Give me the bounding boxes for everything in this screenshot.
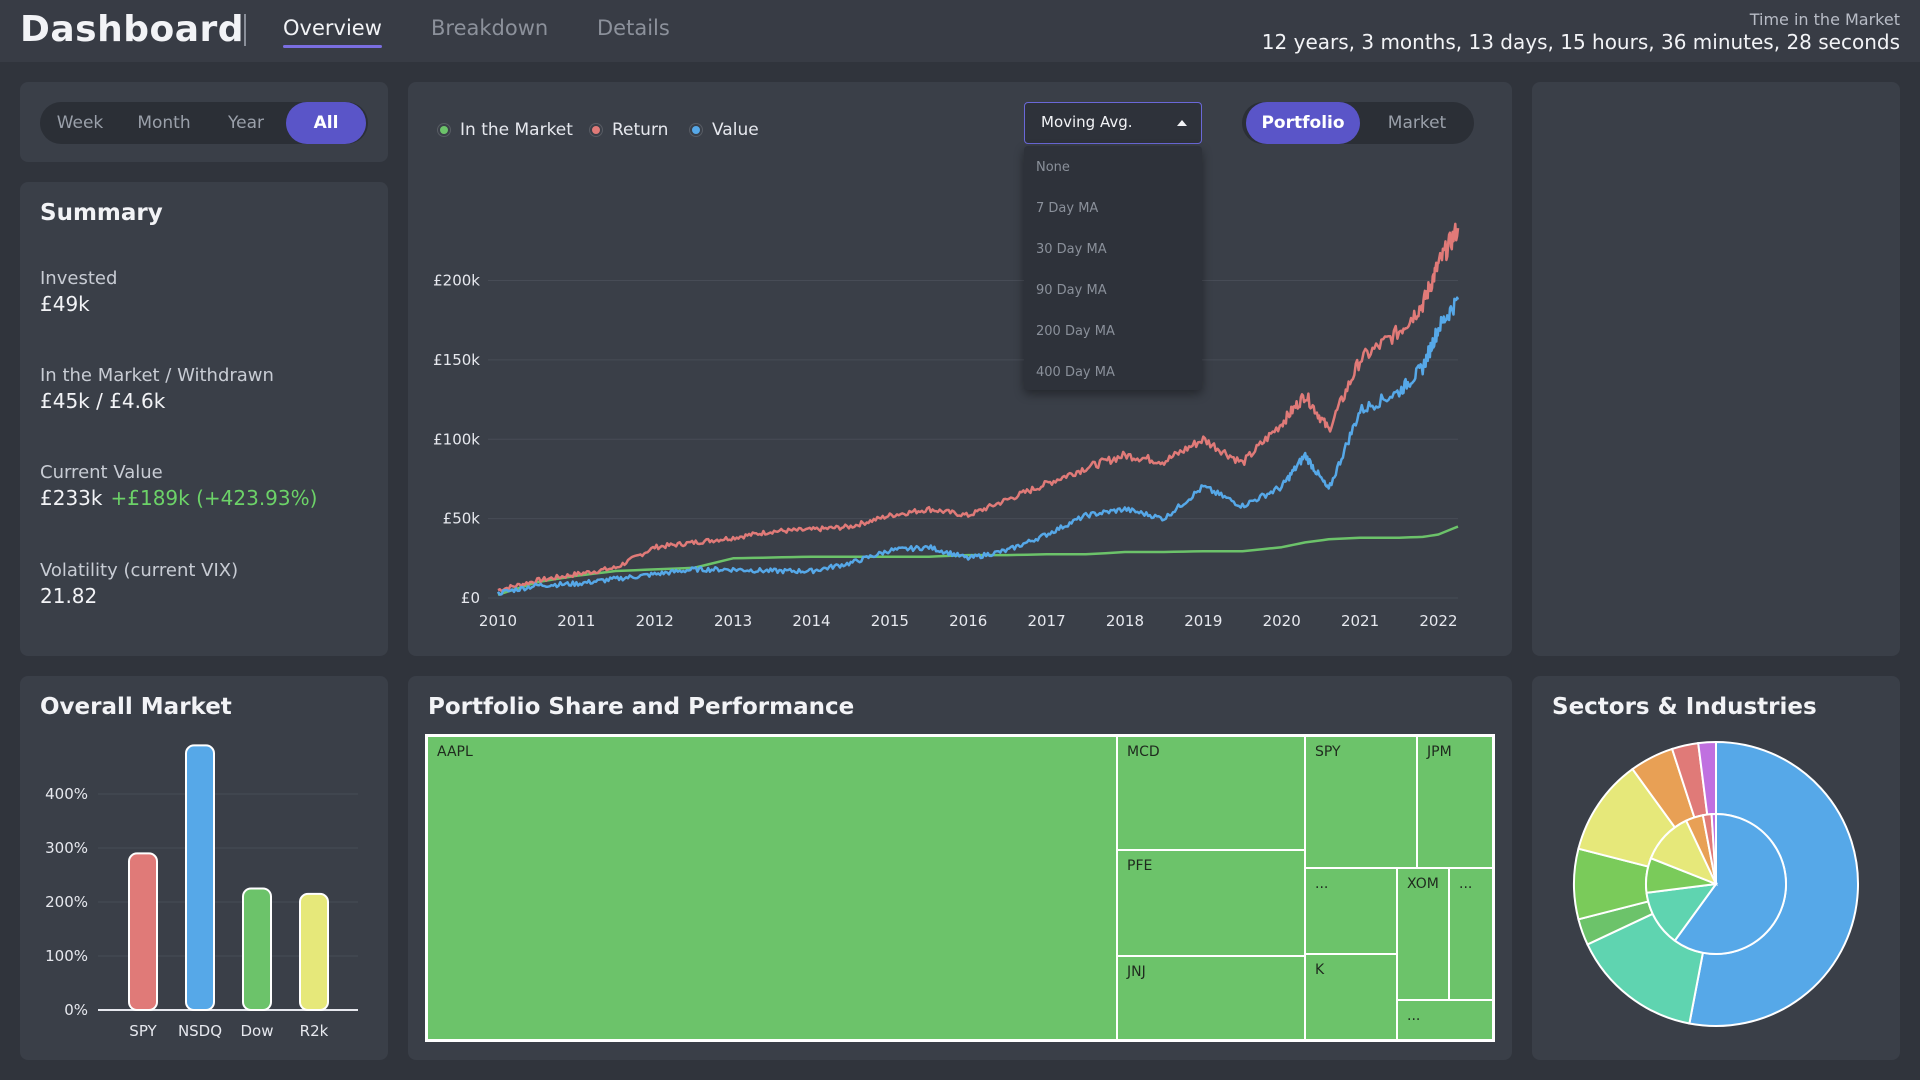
- market-bar-chart: 0% 100% 200% 300% 400% SPY NSDQ Dow R2k: [45, 744, 358, 1040]
- moving-avg-selected: Moving Avg.: [1041, 113, 1133, 131]
- treemap-label: XOM: [1407, 876, 1439, 892]
- y-tick-label: £100k: [433, 430, 480, 448]
- range-toggle: Week Month Year All: [40, 102, 368, 144]
- in-market-label: In the Market / Withdrawn: [40, 365, 274, 386]
- range-all-button[interactable]: All: [286, 102, 366, 144]
- current-value-label: Current Value: [40, 462, 163, 483]
- vix-value: 21.82: [40, 584, 98, 608]
- ma-option-400[interactable]: 400 Day MA: [1036, 365, 1115, 380]
- x-tick-label: 2020: [1263, 612, 1301, 630]
- bar-y-tick-label: 0%: [64, 1001, 88, 1019]
- current-value: £233k: [40, 486, 103, 510]
- time-in-market-value: 12 years, 3 months, 13 days, 15 hours, 3…: [1261, 30, 1900, 54]
- current-value-change: +£189k (+423.93%): [110, 486, 318, 510]
- x-tick-label: 2012: [636, 612, 674, 630]
- ma-option-7[interactable]: 7 Day MA: [1036, 201, 1098, 216]
- x-tick-label: 2011: [557, 612, 595, 630]
- bar-r2k: [299, 892, 329, 1011]
- series-line-return: [497, 222, 1460, 593]
- bar-spy: [128, 852, 158, 1011]
- y-tick-label: £200k: [433, 272, 480, 290]
- empty-side-panel: [1532, 82, 1900, 656]
- bar-y-tick-label: 300%: [45, 839, 88, 857]
- y-tick-label: £150k: [433, 351, 480, 369]
- caret-up-icon: [1177, 120, 1187, 126]
- sectors-panel: Sectors & Industries: [1532, 676, 1900, 1060]
- range-year-button[interactable]: Year: [210, 102, 282, 144]
- summary-panel: Summary Invested £49k In the Market / Wi…: [20, 182, 388, 656]
- treemap-label: PFE: [1127, 858, 1152, 874]
- bar-y-tick-label: 400%: [45, 785, 88, 803]
- treemap-label: AAPL: [437, 744, 473, 760]
- moving-avg-dropdown[interactable]: Moving Avg.: [1024, 102, 1202, 144]
- x-tick-label: 2015: [871, 612, 909, 630]
- moving-avg-menu: None 7 Day MA 30 Day MA 90 Day MA 200 Da…: [1024, 146, 1202, 390]
- overall-market-panel: Overall Market 0% 100% 200% 300% 400% SPY NSDQ…: [20, 676, 388, 1060]
- title-divider: [244, 14, 246, 46]
- bar-y-tick-label: 200%: [45, 893, 88, 911]
- range-week-button[interactable]: Week: [46, 102, 114, 144]
- bar-y-tick-label: 100%: [45, 947, 88, 965]
- portfolio-treemap: AAPL MCD PFE JNJ SPY JPM... XOM ... K...: [425, 734, 1495, 1042]
- current-value-row: £233k +£189k (+423.93%): [40, 486, 317, 510]
- treemap-label: K: [1315, 962, 1325, 978]
- market-button[interactable]: Market: [1364, 102, 1470, 144]
- tab-breakdown[interactable]: Breakdown: [431, 16, 548, 40]
- treemap-label: ...: [1407, 1008, 1420, 1024]
- invested-value: £49k: [40, 292, 90, 316]
- treemap-label: SPY: [1315, 744, 1341, 760]
- tab-overview[interactable]: Overview: [283, 16, 382, 48]
- x-tick-label: 2019: [1184, 612, 1222, 630]
- range-panel: Week Month Year All: [20, 82, 388, 162]
- app-title: Dashboard: [20, 9, 245, 50]
- x-tick-label: 2014: [792, 612, 830, 630]
- vix-label: Volatility (current VIX): [40, 560, 239, 581]
- x-tick-label: 2010: [479, 612, 517, 630]
- y-tick-label: £50k: [443, 510, 481, 528]
- portfolio-line-chart: £0 £50k £100k £150k £200k 2010 2011 2012 2013 201…: [433, 222, 1460, 630]
- series-line-in-the-market: [497, 525, 1459, 596]
- x-tick-label: 2021: [1341, 612, 1379, 630]
- portfolio-market-toggle: Portfolio Market: [1242, 102, 1474, 144]
- bar-dow: [242, 887, 272, 1011]
- bar-x-label: SPY: [129, 1022, 157, 1040]
- ma-option-30[interactable]: 30 Day MA: [1036, 242, 1107, 257]
- bar-x-label: NSDQ: [178, 1022, 222, 1040]
- x-tick-label: 2018: [1106, 612, 1144, 630]
- ma-option-90[interactable]: 90 Day MA: [1036, 283, 1107, 298]
- sectors-sunburst-chart: [1573, 740, 1859, 1027]
- bar-x-label: Dow: [241, 1022, 274, 1040]
- treemap-cell: [426, 735, 1118, 1041]
- summary-title: Summary: [40, 200, 163, 226]
- bar-nsdq: [185, 744, 215, 1012]
- series-line-value: [496, 296, 1460, 596]
- x-tick-label: 2022: [1419, 612, 1457, 630]
- range-month-button[interactable]: Month: [124, 102, 204, 144]
- treemap-label: MCD: [1127, 744, 1160, 760]
- treemap-label: JPM: [1426, 744, 1452, 760]
- ma-option-none[interactable]: None: [1036, 160, 1070, 175]
- y-tick-label: £0: [461, 589, 480, 607]
- x-tick-label: 2016: [949, 612, 987, 630]
- x-tick-label: 2013: [714, 612, 752, 630]
- top-header: Dashboard Overview Breakdown Details Tim…: [0, 0, 1920, 62]
- portfolio-button[interactable]: Portfolio: [1246, 102, 1360, 144]
- in-market-value: £45k / £4.6k: [40, 389, 166, 413]
- main-chart-panel: In the Market Return Value £0 £50k £100k £1…: [408, 82, 1512, 656]
- portfolio-share-panel: Portfolio Share and Performance AAPL MCD P…: [408, 676, 1512, 1060]
- x-tick-label: 2017: [1027, 612, 1065, 630]
- treemap-label: JNJ: [1126, 964, 1146, 980]
- treemap-label: ...: [1315, 876, 1328, 892]
- time-in-market-label: Time in the Market: [1749, 10, 1900, 29]
- tab-details[interactable]: Details: [597, 16, 670, 40]
- bar-x-label: R2k: [300, 1022, 329, 1040]
- treemap-label: ...: [1459, 876, 1472, 892]
- invested-label: Invested: [40, 268, 118, 289]
- ma-option-200[interactable]: 200 Day MA: [1036, 324, 1115, 339]
